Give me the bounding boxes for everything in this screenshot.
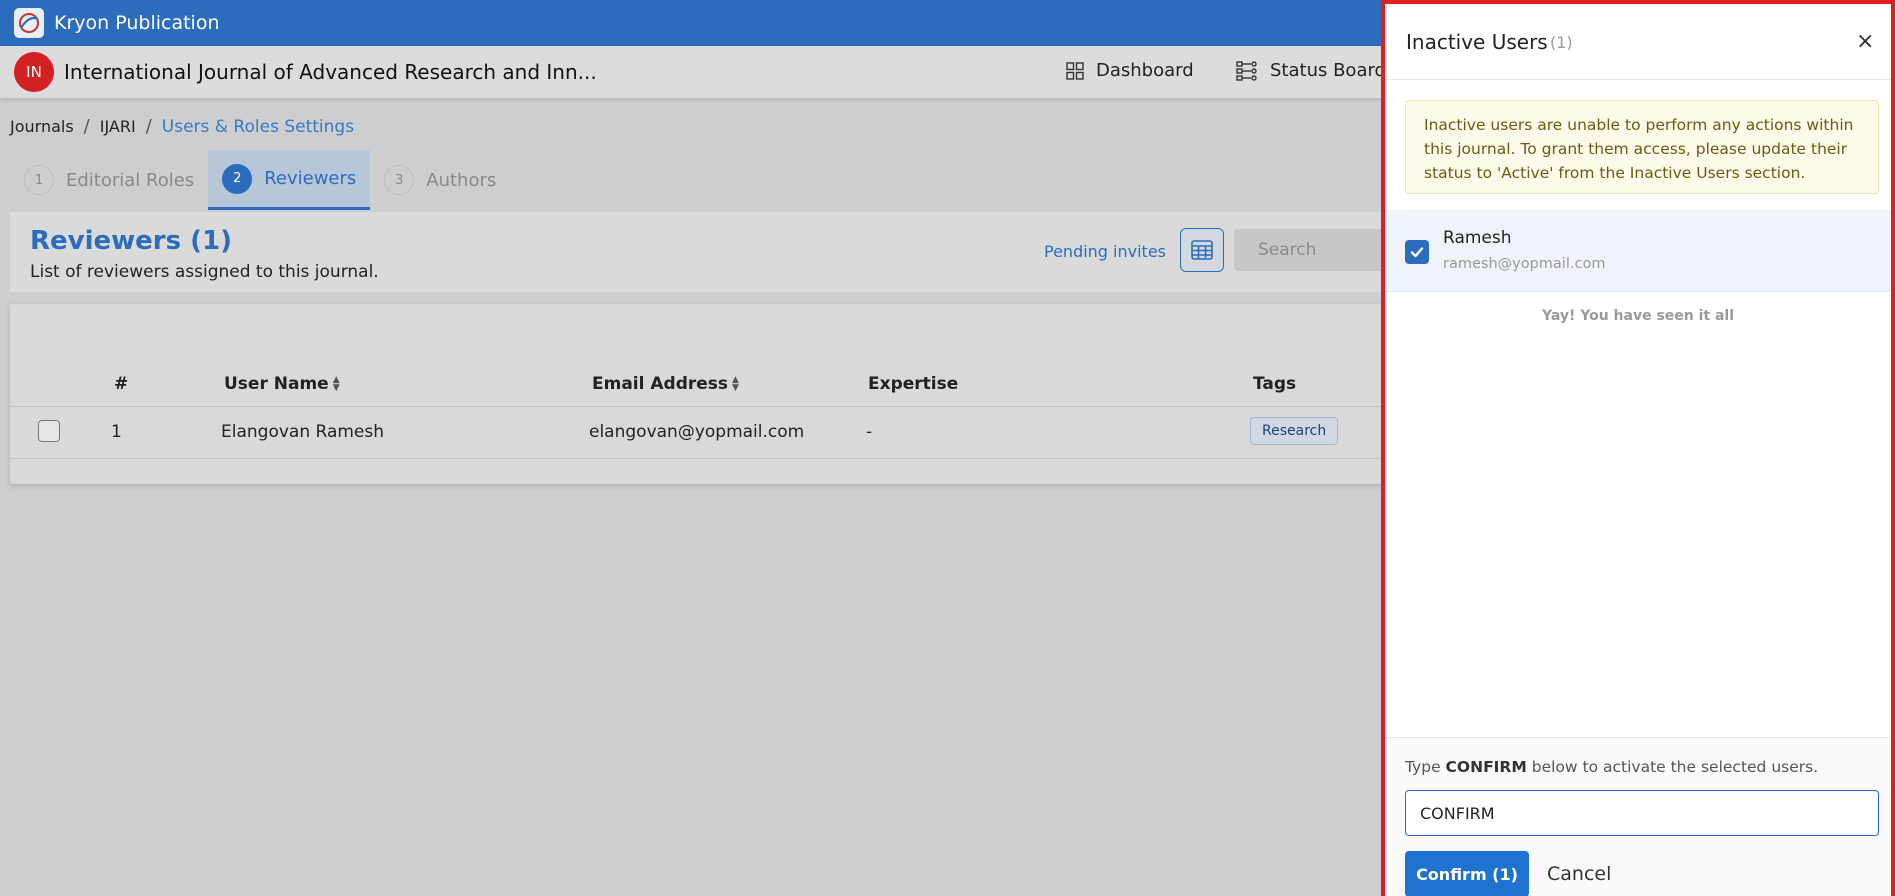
column-header-label: Email Address xyxy=(592,374,729,394)
table-icon xyxy=(1191,240,1213,260)
column-header-user-name[interactable]: User Name ▲ ▼ xyxy=(224,374,340,394)
inactive-user-item[interactable]: Ramesh ramesh@yopmail.com xyxy=(1385,210,1891,292)
end-of-list-message: Yay! You have seen it all xyxy=(1541,308,1735,324)
column-header-email[interactable]: Email Address ▲ ▼ xyxy=(592,374,739,394)
hint-keyword: CONFIRM xyxy=(1445,758,1527,776)
drawer-header: Inactive Users (1) × xyxy=(1385,4,1891,80)
confirm-input[interactable] xyxy=(1405,790,1879,836)
nav-dashboard-label: Dashboard xyxy=(1096,60,1194,81)
nav-status-board-label: Status Board xyxy=(1270,60,1386,81)
status-board-icon xyxy=(1236,60,1257,81)
breadcrumb-current: Users & Roles Settings xyxy=(161,116,355,137)
page-title: Reviewers (1) xyxy=(30,226,233,256)
page-subtitle: List of reviewers assigned to this journ… xyxy=(30,262,379,282)
app-title: Kryon Publication xyxy=(54,12,220,34)
tab-label: Authors xyxy=(426,169,497,191)
tab-number: 3 xyxy=(384,165,415,195)
hint-prefix: Type xyxy=(1405,758,1441,776)
nav-status-board[interactable]: Status Board xyxy=(1236,60,1386,81)
pending-invites-link[interactable]: Pending invites xyxy=(1044,242,1166,261)
user-email: ramesh@yopmail.com xyxy=(1443,256,1606,272)
column-header-expertise: Expertise xyxy=(868,374,959,394)
reviewers-header: Reviewers (1) List of reviewers assigned… xyxy=(10,212,1434,292)
drawer-title: Inactive Users xyxy=(1406,30,1548,54)
breadcrumb-separator: / xyxy=(83,116,90,137)
tab-authors[interactable]: 3 Authors xyxy=(370,150,510,210)
checkmark-icon xyxy=(1410,247,1424,258)
table-divider xyxy=(10,406,1410,407)
tab-label: Reviewers xyxy=(264,168,357,189)
breadcrumb-ijari[interactable]: IJARI xyxy=(100,117,136,136)
sort-icon[interactable]: ▲ ▼ xyxy=(333,376,340,393)
drawer-count: (1) xyxy=(1550,33,1573,52)
table-view-button[interactable] xyxy=(1180,228,1224,272)
row-email: elangovan@yopmail.com xyxy=(589,422,805,442)
confirm-button[interactable]: Confirm (1) xyxy=(1405,851,1529,896)
user-name: Ramesh xyxy=(1443,228,1512,248)
sort-icon[interactable]: ▲ ▼ xyxy=(732,376,739,393)
confirm-hint: Type CONFIRM below to activate the selec… xyxy=(1405,758,1818,776)
drawer-footer: Type CONFIRM below to activate the selec… xyxy=(1385,737,1891,896)
row-user-name: Elangovan Ramesh xyxy=(221,422,385,442)
reviewers-table: # User Name ▲ ▼ Email Address ▲ ▼ Expertis… xyxy=(10,304,1410,484)
app-logo-icon[interactable] xyxy=(14,8,44,38)
settings-tabs: 1 Editorial Roles 2 Reviewers 3 Authors xyxy=(10,150,510,210)
row-number: 1 xyxy=(111,422,122,442)
cancel-button[interactable]: Cancel xyxy=(1547,863,1611,885)
column-header-label: User Name xyxy=(224,374,329,394)
journal-avatar: IN xyxy=(14,52,54,92)
hint-suffix: below to activate the selected users. xyxy=(1531,758,1819,776)
column-header-tags: Tags xyxy=(1253,374,1297,394)
tab-reviewers[interactable]: 2 Reviewers xyxy=(208,150,371,210)
row-expertise: - xyxy=(866,422,873,442)
close-icon[interactable]: × xyxy=(1856,29,1874,54)
breadcrumb: Journals / IJARI / Users & Roles Setting… xyxy=(10,116,354,137)
column-header-number: # xyxy=(114,374,129,394)
journal-title: International Journal of Advanced Resear… xyxy=(64,60,597,84)
tab-editorial-roles[interactable]: 1 Editorial Roles xyxy=(10,150,208,210)
inactive-users-drawer: Inactive Users (1) × Inactive users are … xyxy=(1381,0,1895,896)
row-checkbox[interactable] xyxy=(38,420,60,442)
inactive-users-alert: Inactive users are unable to perform any… xyxy=(1405,100,1879,194)
tab-number: 2 xyxy=(222,163,253,194)
table-divider xyxy=(10,458,1410,459)
user-checkbox[interactable] xyxy=(1405,240,1429,264)
breadcrumb-journals[interactable]: Journals xyxy=(10,117,74,136)
breadcrumb-separator: / xyxy=(145,116,152,137)
tab-label: Editorial Roles xyxy=(66,169,195,191)
dashboard-icon xyxy=(1066,61,1084,80)
nav-dashboard[interactable]: Dashboard xyxy=(1066,60,1194,81)
tag-badge: Research xyxy=(1250,417,1339,445)
tab-number: 1 xyxy=(24,165,54,195)
